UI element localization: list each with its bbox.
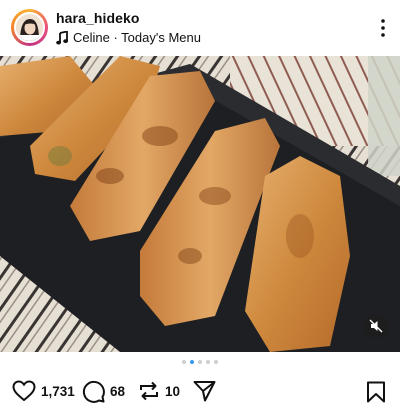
save-button[interactable] [366,381,386,408]
music-icon [56,29,68,45]
carousel-dot [198,360,202,364]
repost-count[interactable]: 10 [165,384,180,399]
like-count[interactable]: 1,731 [41,384,75,399]
carousel-dot-active [190,360,194,364]
audio-label: Celine · Today's Menu [73,30,201,45]
carousel-dot [214,360,218,364]
carousel-indicator [0,360,400,370]
share-icon [193,381,216,402]
avatar[interactable] [14,12,45,43]
post-header: hara_hideko Celine · Today's Menu [0,0,400,56]
mute-button[interactable] [364,314,388,338]
story-ring[interactable] [11,9,48,46]
food-photo [0,56,400,352]
heart-icon [12,380,36,402]
more-icon[interactable] [380,17,386,39]
bookmark-icon [367,381,385,403]
mute-icon [369,319,383,333]
carousel-dot [206,360,210,364]
carousel-dot [182,360,186,364]
share-button[interactable] [193,380,216,402]
comment-button[interactable]: 68 [82,380,125,403]
username[interactable]: hara_hideko [56,10,140,26]
repost-icon [140,381,158,401]
comment-icon [82,380,105,403]
like-button[interactable]: 1,731 [12,380,75,402]
comment-count[interactable]: 68 [110,384,125,399]
action-bar: 1,731 68 10 [0,376,400,408]
audio-attribution[interactable]: Celine · Today's Menu [56,29,201,45]
repost-button[interactable]: 10 [138,380,180,402]
post-image[interactable] [0,56,400,352]
